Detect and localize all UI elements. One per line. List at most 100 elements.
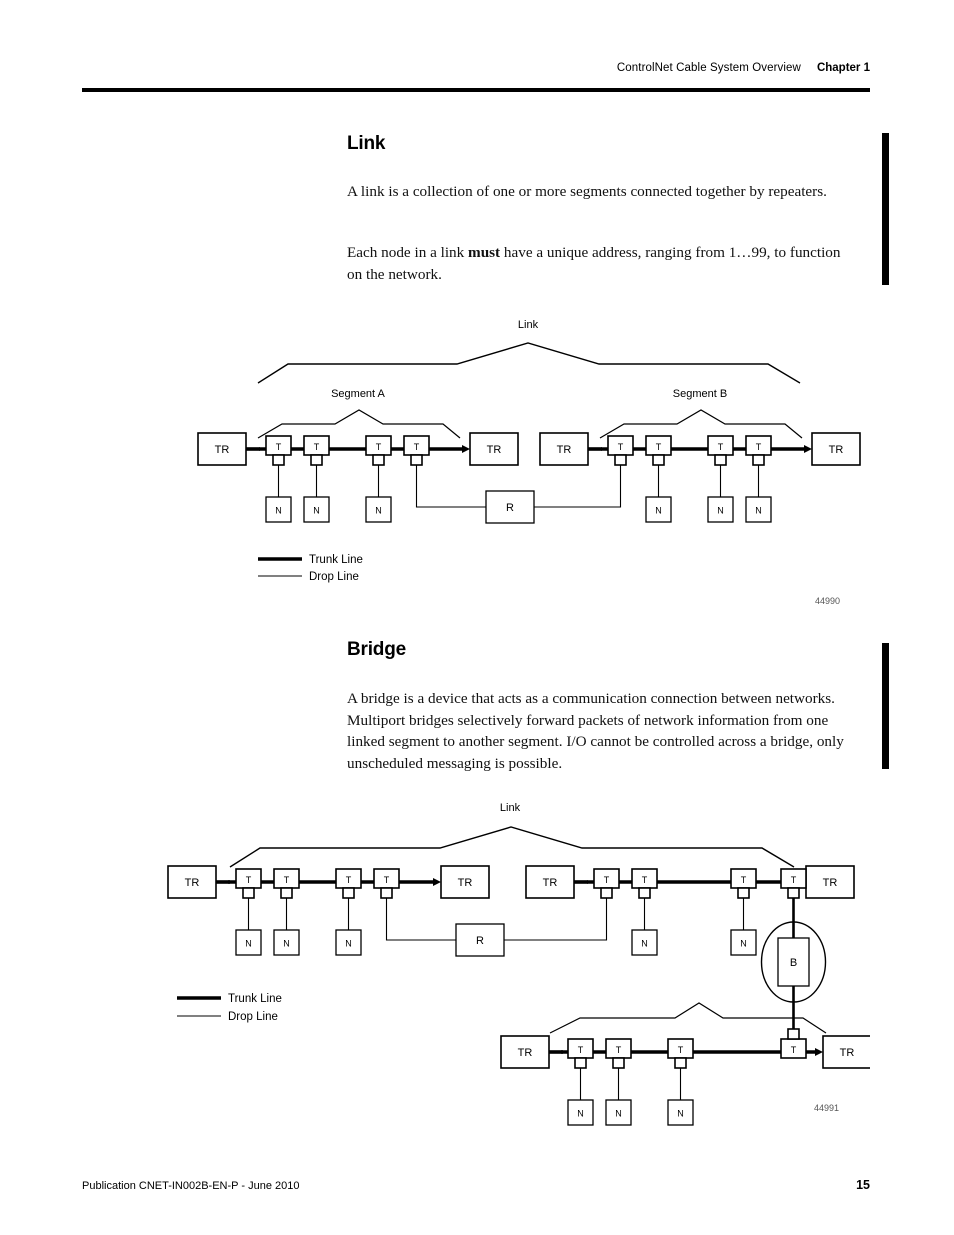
figure1-node-a1: N	[265, 496, 292, 523]
figure2-terminator-left-2: TR	[440, 865, 490, 899]
svg-text:TR: TR	[557, 444, 572, 456]
figure2-tap-ul4: T	[373, 868, 400, 899]
figure2-node-ur2: N	[730, 929, 757, 956]
header-title: ControlNet Cable System Overview	[616, 62, 801, 74]
svg-text:T: T	[618, 442, 624, 452]
figure2-legend-trunk-label: Trunk Line	[228, 993, 282, 1005]
svg-text:T: T	[756, 442, 762, 452]
figure2-bridge-box: B	[777, 937, 810, 987]
document-page: ControlNet Cable System Overview Chapter…	[0, 0, 954, 1235]
section-heading-bridge: Bridge	[347, 639, 406, 660]
figure2-tap-ul2: T	[273, 868, 300, 899]
figure1-drop-a4-to-repeater	[415, 465, 486, 508]
figure1-number: 44990	[815, 596, 841, 606]
svg-text:R: R	[476, 935, 484, 947]
figure1-tap-a3: T	[365, 435, 392, 466]
figure1-tap-b1: T	[607, 435, 634, 466]
figure2-tap-bl1: T	[567, 1038, 594, 1069]
svg-text:T: T	[718, 442, 724, 452]
figure2-node-bl3: N	[667, 1099, 694, 1126]
figure2-tap-ur1: T	[593, 868, 620, 899]
svg-text:N: N	[755, 506, 762, 516]
link-paragraph-2-wrap: Each node in a link must have a unique a…	[347, 242, 847, 285]
figure2-node-ul1: N	[235, 929, 262, 956]
link-paragraph-1: A link is a collection of one or more se…	[347, 183, 827, 200]
figure1-tap-b3: T	[707, 435, 734, 466]
svg-text:TR: TR	[543, 877, 558, 889]
figure1-segment-b-bracket	[599, 409, 803, 439]
figure2-tap-ur2: T	[631, 868, 658, 899]
figure2-tap-bl3: T	[667, 1038, 694, 1069]
figure1-link-bracket	[257, 342, 801, 384]
figure2-terminator-right-2: TR	[805, 865, 855, 899]
link-paragraph-1-wrap: A link is a collection of one or more se…	[347, 181, 847, 203]
page-header: ControlNet Cable System Overview Chapter…	[82, 62, 870, 74]
svg-text:TR: TR	[185, 877, 200, 889]
bridge-paragraph-1: A bridge is a device that acts as a comm…	[347, 690, 844, 772]
svg-text:T: T	[414, 442, 420, 452]
link-paragraph-2-emphasis: must	[468, 244, 501, 261]
figure2-legend-drop-label: Drop Line	[228, 1011, 278, 1023]
svg-text:T: T	[376, 442, 382, 452]
svg-text:T: T	[246, 875, 252, 885]
svg-text:T: T	[791, 1045, 797, 1055]
figure2-terminator-bottom-left: TR	[500, 1035, 550, 1069]
figure1-tap-b4: T	[745, 435, 772, 466]
figure2-tap-ur3: T	[730, 868, 757, 899]
figure2-repeater: R	[455, 923, 505, 957]
figure1-tap-b2: T	[645, 435, 672, 466]
svg-text:T: T	[791, 875, 797, 885]
svg-text:R: R	[506, 502, 514, 514]
figure2-trunk-left-tip	[433, 878, 441, 886]
figure2-tap-ur4-bridge: T	[780, 868, 807, 899]
figure2-terminator-bottom-right: TR	[822, 1035, 870, 1069]
section-heading-link: Link	[347, 133, 386, 154]
svg-text:N: N	[313, 506, 320, 516]
svg-text:N: N	[375, 506, 382, 516]
svg-text:T: T	[678, 1045, 684, 1055]
svg-text:T: T	[314, 442, 320, 452]
figure1-repeater: R	[485, 490, 535, 524]
figure1-node-b1: N	[645, 496, 672, 523]
figure2-terminator-right-1: TR	[525, 865, 575, 899]
figure2-repeater-to-tap-ur1	[504, 898, 608, 941]
header-chapter: Chapter 1	[816, 62, 870, 74]
figure1-node-b3: N	[745, 496, 772, 523]
figure2-node-ul2: N	[273, 929, 300, 956]
svg-text:TR: TR	[215, 444, 230, 456]
figure2-tap-bl2: T	[605, 1038, 632, 1069]
footer-publication: Publication CNET-IN002B-EN-P - June 2010	[82, 1180, 300, 1192]
figure1-segment-a-label: Segment A	[331, 388, 385, 400]
svg-text:TR: TR	[458, 877, 473, 889]
figure2-node-ur1: N	[631, 929, 658, 956]
svg-text:N: N	[345, 939, 352, 949]
figure2-link-bracket	[229, 826, 795, 868]
svg-text:N: N	[577, 1109, 584, 1119]
svg-text:T: T	[384, 875, 390, 885]
figure2-node-bl2: N	[605, 1099, 632, 1126]
svg-text:TR: TR	[518, 1047, 533, 1059]
svg-text:T: T	[346, 875, 352, 885]
figure1-tap-a1: T	[265, 435, 292, 466]
figure1-link-label: Link	[518, 319, 539, 331]
figure1-trunk-a-tip	[462, 445, 470, 453]
svg-text:T: T	[656, 442, 662, 452]
figure1-node-a2: N	[303, 496, 330, 523]
figure1-tap-a4: T	[403, 435, 430, 466]
figure1-segment-b-label: Segment B	[673, 388, 727, 400]
figure2-terminator-left-1: TR	[167, 865, 217, 899]
section-bridge: Bridge	[347, 639, 847, 661]
svg-text:T: T	[642, 875, 648, 885]
svg-text:N: N	[275, 506, 282, 516]
figure1-segment-a-bracket	[257, 409, 461, 439]
link-paragraph-2-pre: Each node in a link	[347, 244, 469, 261]
bridge-paragraph-1-wrap: A bridge is a device that acts as a comm…	[347, 688, 847, 774]
figure2-drop-ul4-to-repeater	[385, 898, 456, 941]
figure1-tap-a2: T	[303, 435, 330, 466]
figure2-tap-ul1: T	[235, 868, 262, 899]
svg-text:T: T	[616, 1045, 622, 1055]
figure1-legend-drop-label: Drop Line	[309, 571, 359, 583]
figure1-trunk-b-tip	[804, 445, 812, 453]
link-paragraph-2: Each node in a link must have a unique a…	[347, 242, 847, 285]
figure1-node-b2: N	[707, 496, 734, 523]
